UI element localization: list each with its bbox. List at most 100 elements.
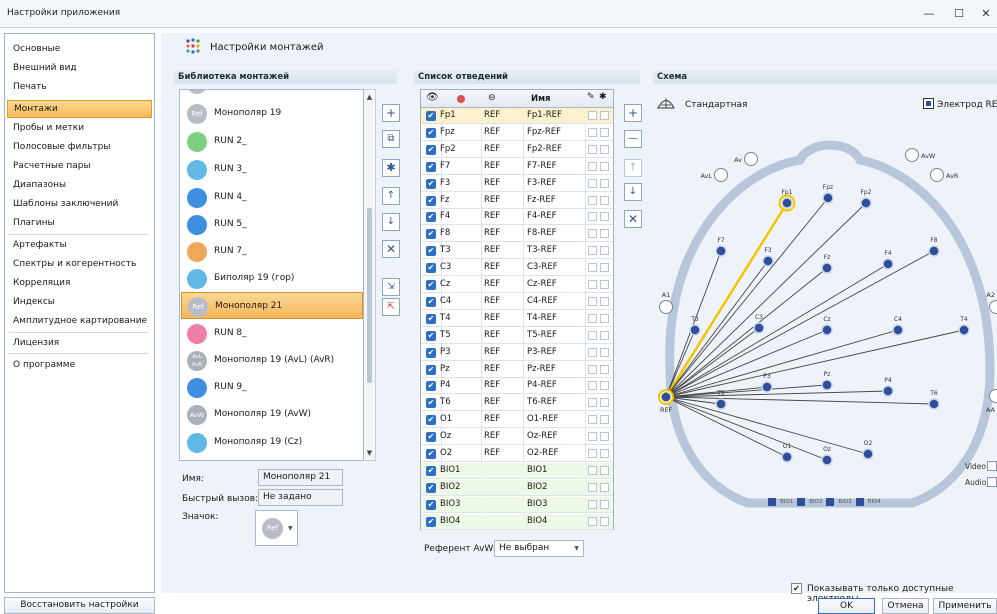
sidebar-item-amplitude[interactable]: Амплитудное картирование <box>7 312 152 330</box>
reference-electrode-cell[interactable]: REF <box>484 414 500 424</box>
mark-checkbox[interactable] <box>600 161 609 171</box>
sidebar-item-correlation[interactable]: Корреляция <box>7 274 152 292</box>
electrode-ref-radio[interactable] <box>923 98 934 109</box>
export-montage-icon[interactable]: ⇱ <box>382 298 400 316</box>
edit-checkbox[interactable] <box>588 465 597 475</box>
mark-checkbox[interactable] <box>600 516 609 526</box>
lead-name-cell[interactable]: C3-REF <box>527 262 558 272</box>
sidebar-item-indexes[interactable]: Индексы <box>7 293 152 311</box>
edit-checkbox[interactable] <box>588 229 597 239</box>
active-electrode-cell[interactable]: P3 <box>440 347 451 357</box>
lead-name-cell[interactable]: O2-REF <box>527 448 558 458</box>
sidebar-item-plugins[interactable]: Плагины <box>7 214 152 232</box>
edit-checkbox[interactable] <box>588 313 597 323</box>
visible-checkbox[interactable]: ✔ <box>426 330 436 341</box>
reference-electrode-cell[interactable]: REF <box>484 127 500 137</box>
edit-checkbox[interactable] <box>588 296 597 306</box>
edit-checkbox[interactable] <box>588 127 597 137</box>
active-electrode-cell[interactable]: Cz <box>440 279 450 289</box>
restore-settings-button[interactable]: Восстановить настройки <box>4 597 155 614</box>
list-item[interactable]: Ref Монополяр 19 <box>181 100 363 127</box>
edit-checkbox[interactable] <box>588 195 597 205</box>
video-toggle[interactable] <box>987 461 997 471</box>
electrode-pz[interactable] <box>821 379 833 391</box>
table-row[interactable]: ✔ Fz REF Fz-REF <box>421 193 613 209</box>
visible-checkbox[interactable]: ✔ <box>426 313 436 324</box>
mark-checkbox[interactable] <box>600 499 609 509</box>
visible-checkbox[interactable]: ✔ <box>426 364 436 375</box>
lead-name-cell[interactable]: T5-REF <box>527 330 557 340</box>
visible-checkbox[interactable]: ✔ <box>426 263 436 274</box>
visible-checkbox[interactable]: ✔ <box>426 229 436 240</box>
visible-checkbox[interactable]: ✔ <box>426 482 436 493</box>
mark-checkbox[interactable] <box>600 127 609 137</box>
import-montage-icon[interactable]: ⇲ <box>382 278 400 296</box>
mark-checkbox[interactable] <box>600 330 609 340</box>
delete-lead-icon[interactable]: ✕ <box>624 210 642 228</box>
lead-name-cell[interactable]: T3-REF <box>527 245 557 255</box>
sidebar-item-pairs[interactable]: Расчетные пары <box>7 157 152 175</box>
maximize-button[interactable]: ☐ <box>951 6 967 22</box>
table-row[interactable]: ✔ BIO2 BIO2 <box>421 479 613 496</box>
sidebar-item-artifacts[interactable]: Артефакты <box>7 236 152 254</box>
active-electrode-cell[interactable]: Fp2 <box>440 144 456 154</box>
lead-name-cell[interactable]: Fz-REF <box>527 195 556 205</box>
reference-electrode-cell[interactable]: REF <box>484 262 500 272</box>
visible-checkbox[interactable]: ✔ <box>426 161 436 172</box>
sidebar-item-probes[interactable]: Пробы и метки <box>7 119 152 137</box>
hotkey-field[interactable]: Не задано <box>258 489 343 506</box>
reference-electrode-cell[interactable]: REF <box>484 330 500 340</box>
sidebar-item-basic[interactable]: Основные <box>7 40 152 58</box>
electrode-c3[interactable] <box>753 322 765 334</box>
lead-name-cell[interactable]: Cz-REF <box>527 279 557 289</box>
edit-checkbox[interactable] <box>588 516 597 526</box>
visible-checkbox[interactable]: ✔ <box>426 449 436 459</box>
table-row[interactable]: ✔ F4 REF F4-REF <box>421 209 613 226</box>
lead-name-cell[interactable]: C4-REF <box>527 296 558 306</box>
list-item[interactable]: RUN 2_ <box>181 128 363 155</box>
active-electrode-cell[interactable]: T4 <box>440 313 451 323</box>
electrode-scheme[interactable]: Fp1 Fpz Fp2 F7 F3 Fz F4 F8 T3 C3 Cz C4 T4 T5 P3 Pz P4 T6 O… <box>650 120 997 525</box>
mark-checkbox[interactable] <box>600 449 609 458</box>
lead-name-cell[interactable]: Oz-REF <box>527 431 557 441</box>
edit-checkbox[interactable] <box>588 381 597 391</box>
list-item[interactable]: RUN 9_ <box>181 374 363 401</box>
edit-checkbox[interactable] <box>588 499 597 509</box>
visible-checkbox[interactable]: ✔ <box>426 127 436 138</box>
table-row[interactable]: ✔ Fp2 REF Fp2-REF <box>421 142 613 158</box>
sidebar-item-ranges[interactable]: Диапазоны <box>7 176 152 194</box>
reference-electrode-cell[interactable]: REF <box>484 380 500 390</box>
reference-electrode-cell[interactable]: REF <box>484 448 500 458</box>
mark-checkbox[interactable] <box>600 482 609 492</box>
table-row[interactable]: ✔ P3 REF P3-REF <box>421 345 613 361</box>
list-item[interactable]: RUN 8_ <box>181 320 363 347</box>
mark-checkbox[interactable] <box>600 296 609 306</box>
active-electrode-cell[interactable]: BIO3 <box>440 499 460 509</box>
table-row[interactable]: ✔ T3 REF T3-REF <box>421 243 613 260</box>
table-row[interactable]: ✔ T5 REF T5-REF <box>421 328 613 344</box>
table-row[interactable]: ✔ BIO4 BIO4 <box>421 513 613 530</box>
sidebar-item-templates[interactable]: Шаблоны заключений <box>7 195 152 213</box>
electrode-p4[interactable] <box>882 385 894 397</box>
edit-checkbox[interactable] <box>588 246 597 256</box>
edit-checkbox[interactable] <box>588 280 597 289</box>
visible-checkbox[interactable]: ✔ <box>426 246 436 257</box>
active-electrode-cell[interactable]: Fz <box>440 195 449 205</box>
active-electrode-cell[interactable]: O2 <box>440 448 452 458</box>
active-electrode-cell[interactable]: F3 <box>440 178 450 188</box>
electrode-f8[interactable] <box>928 245 940 257</box>
electrode-oz[interactable] <box>821 454 833 466</box>
table-row[interactable]: ✔ Cz REF Cz-REF <box>421 277 613 293</box>
reference-electrode-cell[interactable]: REF <box>484 144 500 154</box>
table-row[interactable]: ✔ P4 REF P4-REF <box>421 378 613 395</box>
table-row[interactable]: ✔ F7 REF F7-REF <box>421 159 613 175</box>
active-electrode-cell[interactable]: F7 <box>440 161 450 171</box>
lead-name-cell[interactable]: T4-REF <box>527 313 557 323</box>
mark-checkbox[interactable] <box>600 263 609 273</box>
lead-name-cell[interactable]: Fp1-REF <box>527 110 562 120</box>
edit-checkbox[interactable] <box>588 482 597 492</box>
electrode-av[interactable] <box>744 152 758 166</box>
mark-checkbox[interactable] <box>600 465 609 475</box>
table-row[interactable]: ✔ Pz REF Pz-REF <box>421 362 613 378</box>
mark-checkbox[interactable] <box>600 111 609 120</box>
